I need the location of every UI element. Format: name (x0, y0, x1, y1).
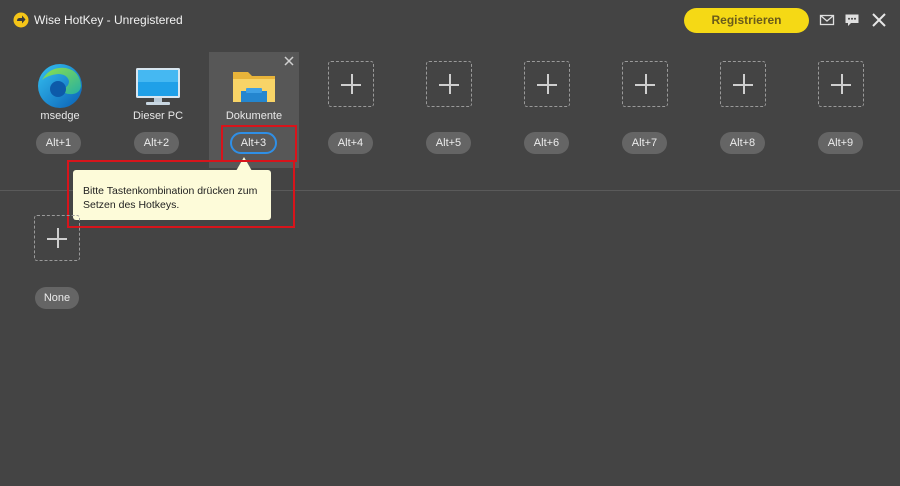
hotkey-pill[interactable]: Alt+1 (36, 132, 81, 154)
add-app-plus-icon[interactable] (720, 61, 766, 107)
add-app-plus-icon[interactable] (622, 61, 668, 107)
slot-app-label: msedge (40, 110, 80, 122)
msedge-icon (38, 64, 82, 108)
remove-slot-icon[interactable] (283, 55, 295, 67)
hotkey-slot-empty[interactable]: Alt+5 (401, 52, 491, 168)
hotkey-slot-empty[interactable]: Alt+4 (303, 52, 393, 168)
title-bar: Wise HotKey - Unregistered Registrieren (0, 0, 900, 40)
hotkey-pill[interactable]: Alt+5 (426, 132, 471, 154)
slot-app-label: Dieser PC (132, 110, 184, 122)
hotkey-pill[interactable]: Alt+7 (622, 132, 667, 154)
add-app-plus-icon[interactable] (328, 61, 374, 107)
add-app-plus-icon[interactable] (426, 61, 472, 107)
folder-icon (233, 72, 275, 102)
hotkey-pill[interactable]: Alt+4 (328, 132, 373, 154)
hotkey-slot-empty[interactable]: Alt+6 (499, 52, 589, 168)
hotkey-pill[interactable]: Alt+2 (134, 132, 179, 154)
highlight-box-hotkey (221, 125, 297, 162)
window-title: Wise HotKey - Unregistered (34, 13, 183, 27)
add-app-plus-icon[interactable] (34, 215, 80, 261)
register-button[interactable]: Registrieren (684, 8, 809, 33)
hotkey-pill[interactable]: Alt+9 (818, 132, 863, 154)
wise-hotkey-logo-icon (13, 12, 29, 28)
feedback-chat-icon[interactable] (844, 12, 860, 28)
mail-icon[interactable] (819, 12, 835, 28)
hotkey-slot-empty[interactable]: Alt+9 (793, 52, 883, 168)
hotkey-pill[interactable]: Alt+8 (720, 132, 765, 154)
hotkey-slot-dieser-pc[interactable]: Dieser PC Alt+2 (109, 52, 199, 168)
hotkey-slot-msedge[interactable]: msedge Alt+1 (11, 52, 101, 168)
hotkey-pill-none[interactable]: None (35, 287, 79, 309)
highlight-box-tooltip (67, 160, 295, 228)
slot-app-label: Dokumente (225, 110, 283, 122)
hotkey-pill[interactable]: Alt+6 (524, 132, 569, 154)
monitor-icon (136, 68, 180, 105)
hotkey-slot-empty[interactable]: Alt+7 (597, 52, 687, 168)
hotkey-slot-empty[interactable]: Alt+8 (695, 52, 785, 168)
add-app-plus-icon[interactable] (818, 61, 864, 107)
close-window-icon[interactable] (871, 12, 887, 28)
add-app-plus-icon[interactable] (524, 61, 570, 107)
